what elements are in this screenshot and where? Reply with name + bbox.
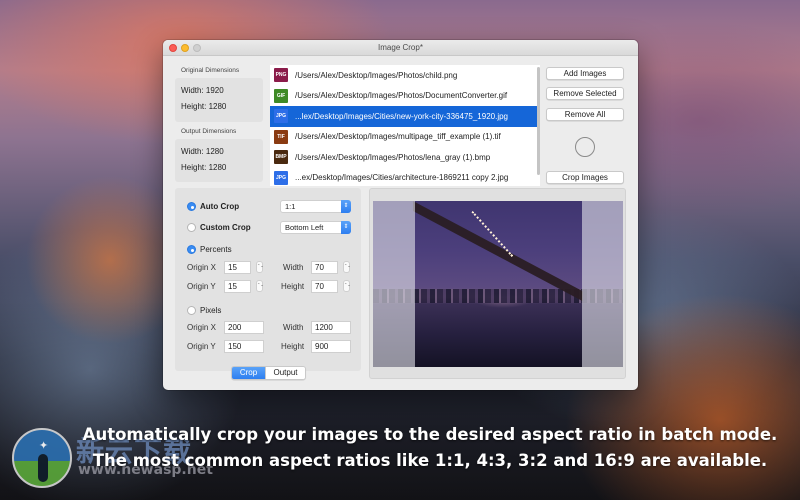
percent-origin-y-input[interactable]: 15 <box>224 280 251 293</box>
crop-anchor-select[interactable]: Bottom Left ⇕ <box>280 221 351 234</box>
tab-output[interactable]: Output <box>265 367 305 379</box>
file-list[interactable]: PNG/Users/Alex/Desktop/Images/Photos/chi… <box>270 65 540 186</box>
pixel-origin-x-label: Origin X <box>187 323 216 332</box>
file-list-item[interactable]: JPG ...ex/Desktop/Images/Cities/architect… <box>270 168 540 187</box>
file-path: ...ex/Desktop/Images/Cities/architecture… <box>295 173 509 183</box>
file-path: /Users/Alex/Desktop/Images/multipage_tif… <box>295 132 501 142</box>
file-path: /Users/Alex/Desktop/Images/Photos/lena_g… <box>295 152 491 162</box>
preview-panel <box>369 188 626 379</box>
percent-height-input[interactable]: 70 <box>311 280 338 293</box>
file-list-item[interactable]: BMP/Users/Alex/Desktop/Images/Photos/len… <box>270 147 540 168</box>
percent-origin-x-input[interactable]: 15 <box>224 261 251 274</box>
pixel-height-input[interactable]: 900 <box>311 340 351 353</box>
pixel-origin-y-input[interactable]: 150 <box>224 340 264 353</box>
view-tabs: Crop Output <box>231 366 306 380</box>
caption-line-1: Automatically crop your images to the de… <box>82 425 778 444</box>
percent-origin-y-label: Origin Y <box>187 282 216 291</box>
tab-crop[interactable]: Crop <box>232 367 265 379</box>
auto-crop-radio[interactable] <box>187 202 196 211</box>
tif-file-icon: TIF <box>274 129 288 144</box>
crop-mask-left <box>373 201 415 367</box>
custom-crop-label[interactable]: Custom Crop <box>200 223 251 232</box>
percent-width-input[interactable]: 70 <box>311 261 338 274</box>
percent-height-label: Height <box>281 282 305 291</box>
percent-origin-x-label: Origin X <box>187 263 216 272</box>
percent-width-label: Width <box>283 263 304 272</box>
pixel-height-label: Height <box>281 342 305 351</box>
zoom-window-button[interactable] <box>193 44 201 52</box>
file-list-item[interactable]: GIF/Users/Alex/Desktop/Images/Photos/Doc… <box>270 86 540 107</box>
original-dimensions-label: Original Dimensions <box>181 67 240 74</box>
crop-images-button[interactable]: Crop Images <box>546 171 624 184</box>
file-path: /Users/Alex/Desktop/Images/Photos/Docume… <box>295 91 508 101</box>
output-dimensions-box: Width: 1280 Height: 1280 <box>175 139 263 182</box>
jpg-file-icon: JPG <box>274 170 288 185</box>
pixels-radio[interactable] <box>187 306 196 315</box>
caption-line-2: The most common aspect ratios like 1:1, … <box>92 451 768 470</box>
remove-selected-button[interactable]: Remove Selected <box>546 87 624 100</box>
pixel-origin-x-input[interactable]: 200 <box>224 321 264 334</box>
auto-crop-label[interactable]: Auto Crop <box>200 202 239 211</box>
jpg-file-icon: JPG <box>274 109 288 124</box>
output-height: Height: 1280 <box>181 163 227 172</box>
png-file-icon: PNG <box>274 68 288 83</box>
custom-crop-radio[interactable] <box>187 223 196 232</box>
original-height: Height: 1280 <box>181 102 227 111</box>
scrollbar-thumb[interactable] <box>537 67 540 175</box>
original-width: Width: 1920 <box>181 86 224 95</box>
pixels-label[interactable]: Pixels <box>200 306 221 315</box>
close-window-button[interactable] <box>169 44 177 52</box>
file-list-scrollbar[interactable] <box>537 67 541 175</box>
file-path: /Users/Alex/Desktop/Images/Photos/child.… <box>295 70 458 80</box>
preview-image <box>373 201 623 367</box>
pixel-origin-y-label: Origin Y <box>187 342 216 351</box>
aspect-ratio-value: 1:1 <box>285 202 296 211</box>
file-list-item[interactable]: TIF/Users/Alex/Desktop/Images/multipage_… <box>270 127 540 148</box>
star-icon: ✦ <box>39 440 49 452</box>
percent-origin-y-stepper[interactable]: ⌃⌄ <box>256 280 264 292</box>
output-dimensions-label: Output Dimensions <box>181 128 237 135</box>
minimize-window-button[interactable] <box>181 44 189 52</box>
output-width: Width: 1280 <box>181 147 224 156</box>
remove-all-button[interactable]: Remove All <box>546 108 624 121</box>
bmp-file-icon: BMP <box>274 150 288 165</box>
title-bar[interactable]: Image Crop* <box>163 40 638 56</box>
percents-radio[interactable] <box>187 245 196 254</box>
logo-stem <box>38 454 48 482</box>
app-window: Image Crop* Original Dimensions Width: 1… <box>163 40 638 390</box>
file-path: ...lex/Desktop/Images/Cities/new-york-ci… <box>295 111 508 121</box>
percent-width-stepper[interactable]: ⌃⌄ <box>343 261 351 273</box>
percent-origin-x-stepper[interactable]: ⌃⌄ <box>256 261 264 273</box>
percents-label[interactable]: Percents <box>200 245 232 254</box>
percent-height-stepper[interactable]: ⌃⌄ <box>343 280 351 292</box>
pixel-width-input[interactable]: 1200 <box>311 321 351 334</box>
aspect-ratio-select[interactable]: 1:1 ⇕ <box>280 200 351 213</box>
crop-mask-right <box>582 201 623 367</box>
window-title: Image Crop* <box>378 43 423 52</box>
file-list-item[interactable]: PNG/Users/Alex/Desktop/Images/Photos/chi… <box>270 65 540 86</box>
pixel-width-label: Width <box>283 323 304 332</box>
select-arrows-icon: ⇕ <box>341 200 351 213</box>
gif-file-icon: GIF <box>274 88 288 103</box>
crop-anchor-value: Bottom Left <box>285 223 324 232</box>
crop-settings-panel: Auto Crop 1:1 ⇕ Custom Crop Bottom Left … <box>175 188 361 371</box>
original-dimensions-box: Width: 1920 Height: 1280 <box>175 78 263 122</box>
preview-bridge <box>413 201 583 367</box>
progress-indicator-icon <box>575 137 595 157</box>
select-arrows-icon: ⇕ <box>341 221 351 234</box>
file-list-item[interactable]: JPG ...lex/Desktop/Images/Cities/new-york… <box>270 106 540 127</box>
add-images-button[interactable]: Add Images <box>546 67 624 80</box>
